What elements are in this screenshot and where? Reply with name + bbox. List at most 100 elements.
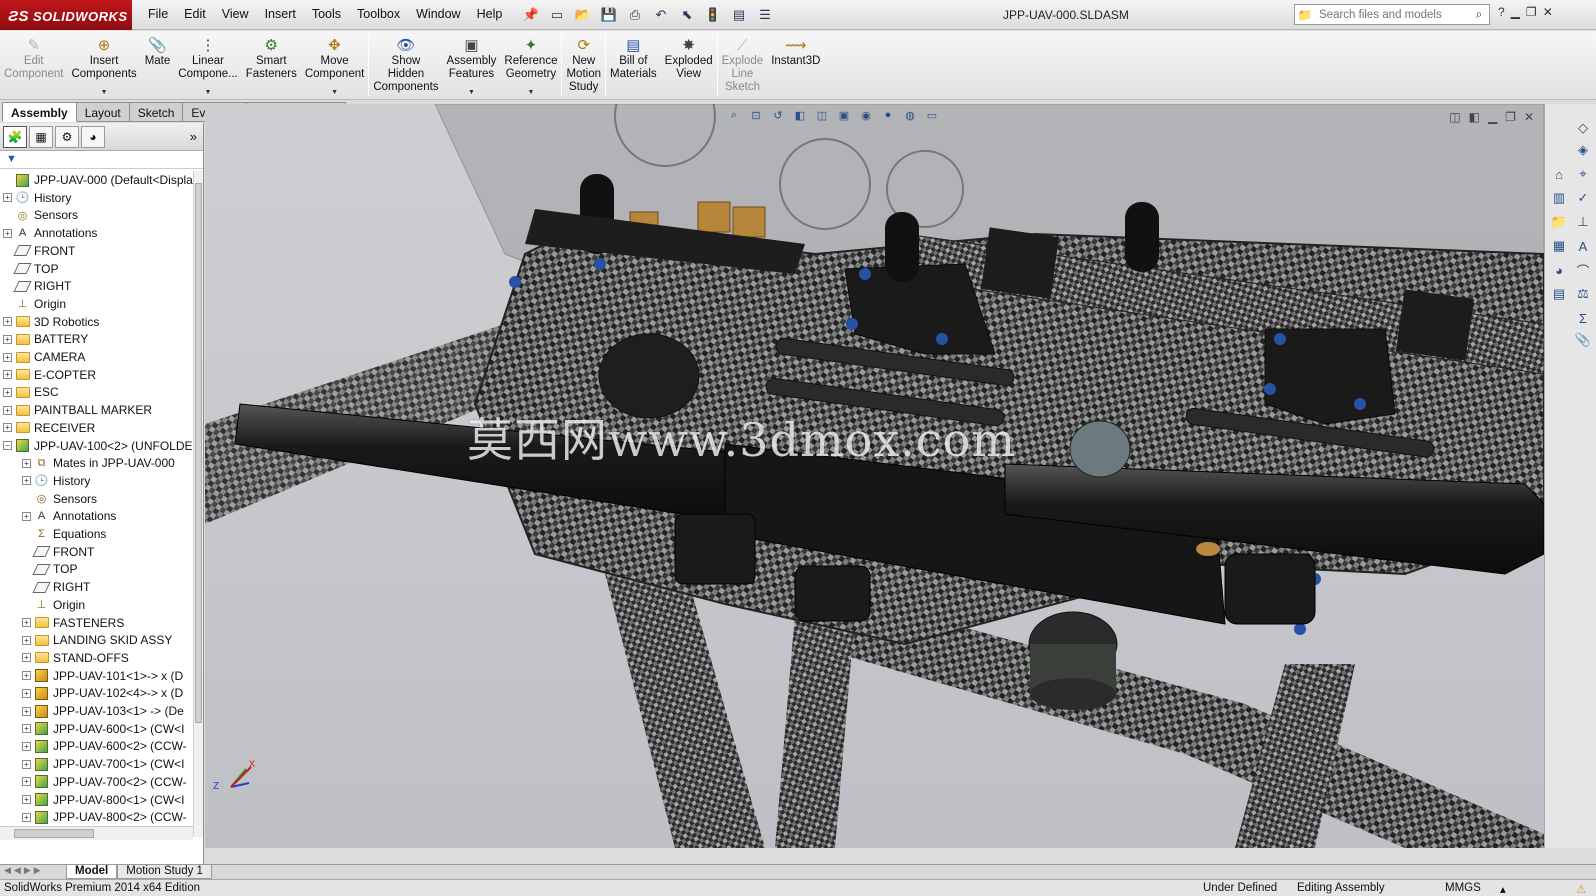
edit-appearance-icon[interactable]: ● xyxy=(879,107,897,123)
tree-item[interactable]: ◎ Sensors xyxy=(0,206,193,224)
expand-toggle-icon[interactable]: + xyxy=(22,635,31,645)
instant3d-button[interactable]: ⟿ Instant3D xyxy=(767,31,824,100)
configuration-manager-tab-icon[interactable]: ⚙ xyxy=(55,125,79,148)
motion-study-button[interactable]: ⟳ New Motion Study xyxy=(562,31,605,100)
menu-toolbox[interactable]: Toolbox xyxy=(349,0,408,30)
tree-item[interactable]: + STAND-OFFS xyxy=(0,649,193,667)
smart-dim-icon[interactable]: ◈ xyxy=(1573,140,1593,160)
select-pointer-icon[interactable]: ⬉ xyxy=(676,5,698,25)
tree-item[interactable]: + RECEIVER xyxy=(0,419,193,437)
tree-item[interactable]: + A Annotations xyxy=(0,224,193,242)
tab-sketch[interactable]: Sketch xyxy=(129,102,184,122)
split-horizontal-icon[interactable]: ◧ xyxy=(1469,110,1480,124)
tree-item[interactable]: + A Annotations xyxy=(0,507,193,525)
balloon-icon[interactable]: ⚖ xyxy=(1573,284,1593,304)
tree-item[interactable]: TOP xyxy=(0,560,193,578)
hscroll-thumb[interactable] xyxy=(14,829,94,838)
custom-properties-icon[interactable]: ▤ xyxy=(1549,284,1569,304)
tree-item[interactable]: JPP-UAV-000 (Default<Display xyxy=(0,171,193,189)
tree-item[interactable]: + 🕒 History xyxy=(0,472,193,490)
feature-manager-tab-icon[interactable]: 🧩 xyxy=(3,125,27,148)
close-icon[interactable]: ✕ xyxy=(1543,5,1553,19)
filter-icon[interactable]: ▼ xyxy=(6,153,17,165)
tree-item[interactable]: + LANDING SKID ASSY xyxy=(0,631,193,649)
mate-button[interactable]: 📎 Mate xyxy=(141,31,175,100)
bom-button[interactable]: ▤ Bill of Materials xyxy=(606,31,661,100)
tree-item[interactable]: RIGHT xyxy=(0,578,193,596)
expand-toggle-icon[interactable]: + xyxy=(3,423,12,433)
menu-insert[interactable]: Insert xyxy=(257,0,304,30)
tree-item[interactable]: + CAMERA xyxy=(0,348,193,366)
help-icon[interactable]: ? xyxy=(1498,5,1505,19)
unit-system[interactable]: MMGS xyxy=(1445,882,1481,894)
expand-toggle-icon[interactable]: + xyxy=(22,653,31,663)
expand-toggle-icon[interactable]: + xyxy=(3,228,12,238)
annotation-text-icon[interactable]: A xyxy=(1573,236,1593,256)
expand-toggle-icon[interactable]: + xyxy=(22,511,31,521)
design-library-icon[interactable]: ▥ xyxy=(1549,188,1569,208)
expand-toggle-icon[interactable]: + xyxy=(22,458,31,468)
open-folder-icon[interactable]: 📂 xyxy=(572,5,594,25)
tree-item[interactable]: + JPP-UAV-101<1>-> x (D xyxy=(0,667,193,685)
graphics-area[interactable]: ⌕ ⊡ ↺ ◧ ◫ ▣ ◉ ● ◍ ▭ ◫ ◧ ▁ ❐ ✕ 莫西网www.3dm… xyxy=(205,104,1544,848)
paperclip-icon[interactable]: 📎 xyxy=(1573,330,1593,350)
reference-geometry-button[interactable]: ✦ Reference Geometry ▼ xyxy=(500,31,561,100)
tree-item[interactable]: RIGHT xyxy=(0,277,193,295)
expand-toggle-icon[interactable]: + xyxy=(3,370,12,380)
tab-layout[interactable]: Layout xyxy=(76,102,130,122)
dropdown-arrow-icon[interactable]: ▼ xyxy=(468,89,475,96)
tree-item[interactable]: + JPP-UAV-103<1> -> (De xyxy=(0,702,193,720)
tree-item[interactable]: + JPP-UAV-102<4>-> x (D xyxy=(0,684,193,702)
exploded-view-button[interactable]: ✸ Exploded View xyxy=(661,31,717,100)
tree-item[interactable]: ⊥ Origin xyxy=(0,596,193,614)
expand-toggle-icon[interactable]: + xyxy=(3,352,12,362)
tree-item[interactable]: + BATTERY xyxy=(0,330,193,348)
appearances-icon[interactable]: ◕ xyxy=(1549,260,1569,280)
save-icon[interactable]: 💾 xyxy=(598,5,620,25)
property-manager-tab-icon[interactable]: ▦ xyxy=(29,125,53,148)
smart-fasteners-button[interactable]: ⚙ Smart Fasteners xyxy=(242,31,301,100)
dropdown-arrow-icon[interactable]: ▼ xyxy=(101,89,108,96)
expand-toggle-icon[interactable]: + xyxy=(22,724,31,734)
tree-item[interactable]: + ESC xyxy=(0,383,193,401)
expand-toggle-icon[interactable]: + xyxy=(22,795,31,804)
show-hidden-button[interactable]: 👁 Show Hidden Components xyxy=(369,31,442,100)
expand-panel-icon[interactable]: » xyxy=(190,129,197,144)
tree-item[interactable]: TOP xyxy=(0,260,193,278)
dropdown-arrow-icon[interactable]: ▼ xyxy=(527,89,534,96)
display-manager-tab-icon[interactable]: ◕ xyxy=(81,125,105,148)
tab-scroll-arrows-icon[interactable]: ◀◀▶▶ xyxy=(0,865,66,879)
split-view-icon[interactable]: ◫ xyxy=(1449,110,1460,124)
geometric-tolerance-icon[interactable]: ⊥ xyxy=(1573,212,1593,232)
expand-toggle-icon[interactable]: + xyxy=(3,334,12,344)
edit-component-button[interactable]: ✎ Edit Component xyxy=(0,31,67,100)
tree-item[interactable]: + JPP-UAV-800<1> (CW<I xyxy=(0,791,193,809)
viewport-close-icon[interactable]: ✕ xyxy=(1524,110,1534,124)
surface-finish-icon[interactable]: ⌒ xyxy=(1573,260,1593,280)
assembly-features-button[interactable]: ▣ Assembly Features ▼ xyxy=(443,31,501,100)
new-document-icon[interactable]: ▭ xyxy=(546,5,568,25)
tree-item[interactable]: + 🕒 History xyxy=(0,189,193,207)
menu-help[interactable]: Help xyxy=(469,0,511,30)
menu-file[interactable]: File xyxy=(140,0,176,30)
dropdown-arrow-icon[interactable]: ▼ xyxy=(205,89,212,96)
search-box[interactable]: 📁 ⌕ xyxy=(1294,4,1490,25)
tab-model[interactable]: Model xyxy=(66,865,118,879)
solidworks-resources-icon[interactable]: ⌂ xyxy=(1549,164,1569,184)
sigma-icon[interactable]: Σ xyxy=(1573,308,1593,328)
search-input[interactable] xyxy=(1315,8,1469,21)
tree-item[interactable]: ⊥ Origin xyxy=(0,295,193,313)
rebuild-status-icon[interactable]: ⚠ xyxy=(1576,882,1586,896)
expand-toggle-icon[interactable]: + xyxy=(3,317,12,327)
expand-toggle-icon[interactable]: + xyxy=(22,476,31,486)
menu-tools[interactable]: Tools xyxy=(304,0,349,30)
expand-toggle-icon[interactable]: + xyxy=(22,671,31,681)
dimxpert-icon[interactable]: ◇ xyxy=(1573,118,1593,138)
pin-icon[interactable]: 📌 xyxy=(520,5,542,25)
datum-icon[interactable]: ⌖ xyxy=(1573,164,1593,184)
expand-toggle-icon[interactable]: + xyxy=(3,193,12,203)
tree-item[interactable]: FRONT xyxy=(0,543,193,561)
tree-filter[interactable]: ▼ xyxy=(0,151,203,169)
tree-horizontal-scrollbar[interactable] xyxy=(0,826,193,840)
expand-toggle-icon[interactable]: + xyxy=(3,387,12,397)
